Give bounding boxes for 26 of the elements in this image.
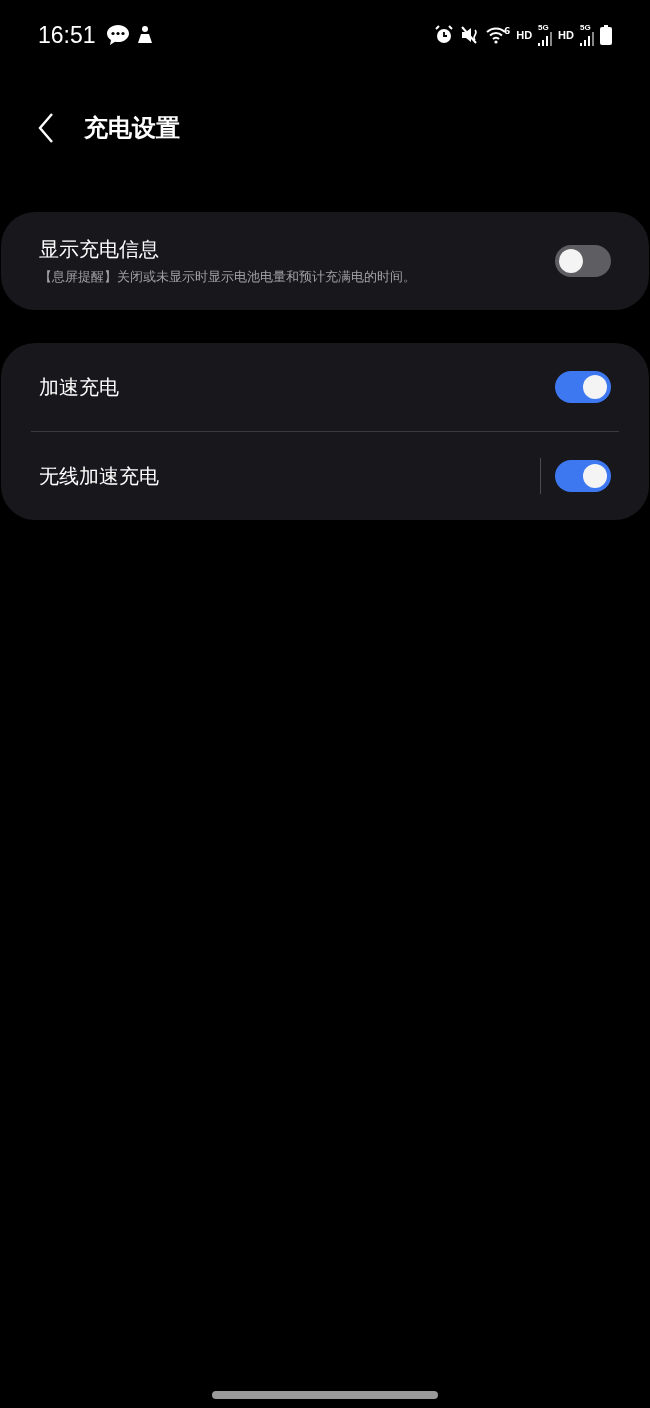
toggle-switch[interactable] xyxy=(555,460,611,492)
chat-bubble-icon xyxy=(105,24,130,46)
status-time: 16:51 xyxy=(38,21,96,49)
back-button[interactable] xyxy=(38,113,54,143)
mute-icon xyxy=(459,25,480,45)
signal-icon xyxy=(580,32,594,46)
page-title: 充电设置 xyxy=(84,113,180,144)
settings-row[interactable]: 加速充电 xyxy=(39,343,611,431)
hd-label: HD xyxy=(558,29,574,41)
figure-icon xyxy=(135,25,154,45)
wifi-standard-label: 6 xyxy=(503,26,511,36)
setting-description: 【息屏提醒】关闭或未显示时显示电池电量和预计充满电的时间。 xyxy=(39,269,417,286)
setting-label: 无线加速充电 xyxy=(39,462,160,490)
alarm-icon xyxy=(433,25,454,45)
wifi-icon xyxy=(485,26,506,44)
toggle-switch[interactable] xyxy=(555,245,611,277)
signal-icon xyxy=(538,32,553,46)
battery-icon xyxy=(600,25,612,45)
toggle-switch[interactable] xyxy=(555,371,611,403)
setting-label: 显示充电信息 xyxy=(39,236,160,263)
hd-label: HD xyxy=(516,29,533,41)
network-label: 5G xyxy=(538,24,549,32)
settings-row[interactable]: 显示充电信息 【息屏提醒】关闭或未显示时显示电池电量和预计充满电的时间。 xyxy=(39,212,611,310)
network-label: 5G xyxy=(580,24,591,32)
settings-row[interactable]: 无线加速充电 xyxy=(39,432,611,520)
setting-label: 加速充电 xyxy=(39,373,120,401)
